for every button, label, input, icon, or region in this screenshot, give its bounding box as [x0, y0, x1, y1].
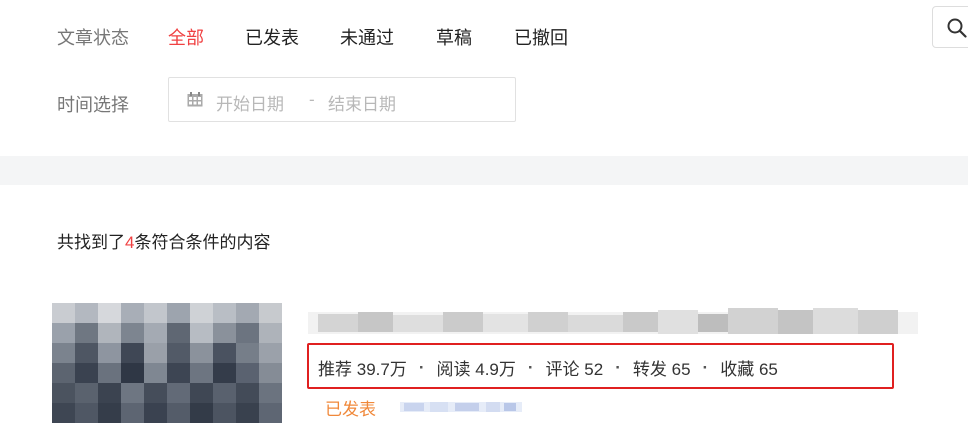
- section-divider: [0, 156, 968, 185]
- article-title-redacted[interactable]: [308, 300, 918, 336]
- result-summary: 共找到了4条符合条件的内容: [57, 228, 270, 253]
- tab-published[interactable]: 已发表: [245, 24, 299, 50]
- summary-suffix: 条符合条件的内容: [134, 233, 271, 252]
- status-filter-label: 文章状态: [57, 28, 129, 48]
- article-thumbnail[interactable]: [52, 303, 282, 423]
- stat-reads: 阅读 4.9万: [437, 355, 516, 380]
- stat-label: 阅读: [436, 360, 471, 379]
- summary-prefix: 共找到了: [57, 233, 125, 252]
- date-range-picker[interactable]: 开始日期 - 结束日期: [168, 77, 516, 122]
- stat-label: 收藏: [720, 360, 755, 379]
- tab-all[interactable]: 全部: [168, 24, 204, 50]
- stat-separator: ·: [418, 357, 425, 377]
- stat-label: 推荐: [318, 360, 352, 379]
- stat-favorites: 收藏 65: [720, 355, 778, 380]
- filter-panel: 文章状态 全部 已发表 未通过 草稿 已撤回 时间选择 开始日期 - 结束日期: [0, 0, 968, 156]
- end-date-field[interactable]: 结束日期: [328, 90, 396, 115]
- article-stats: 推荐 39.7万 · 阅读 4.9万 · 评论 52 · 转发 65 · 收藏 …: [318, 355, 778, 380]
- stat-value: 65: [671, 360, 691, 379]
- search-icon[interactable]: [947, 18, 967, 38]
- stat-separator: ·: [527, 357, 534, 377]
- stat-shares: 转发 65: [633, 355, 691, 380]
- stat-separator: ·: [702, 357, 709, 377]
- stat-value: 4.9万: [475, 360, 516, 379]
- time-filter-label: 时间选择: [57, 95, 129, 115]
- stat-value: 52: [584, 360, 604, 379]
- stat-recommend: 推荐 39.7万: [318, 355, 407, 380]
- article-status-badge: 已发表: [325, 400, 376, 419]
- publish-date-redacted: [400, 400, 522, 414]
- stat-separator: ·: [615, 357, 621, 377]
- stat-label: 转发: [632, 360, 667, 379]
- tab-drafts[interactable]: 草稿: [436, 24, 472, 50]
- tab-rejected[interactable]: 未通过: [340, 24, 394, 50]
- date-separator: -: [309, 90, 315, 109]
- stat-comments: 评论 52: [546, 355, 604, 380]
- calendar-icon: [187, 92, 203, 107]
- tab-withdrawn[interactable]: 已撤回: [514, 24, 568, 50]
- stat-label: 评论: [545, 360, 580, 379]
- stat-value: 39.7万: [356, 360, 407, 379]
- stat-value: 65: [758, 360, 778, 379]
- search-box[interactable]: [932, 6, 968, 48]
- stats-highlight-box: 推荐 39.7万 · 阅读 4.9万 · 评论 52 · 转发 65 · 收藏 …: [307, 343, 894, 389]
- start-date-field[interactable]: 开始日期: [216, 90, 284, 115]
